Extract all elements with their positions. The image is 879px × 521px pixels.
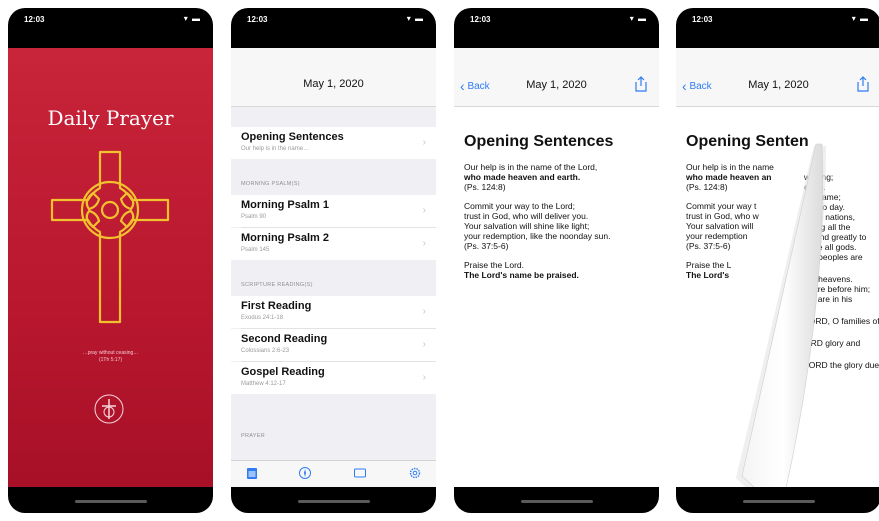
reading-content: Opening Sentences Our help is in the nam… (464, 132, 649, 289)
list-item-subtitle: Psalm 90 (241, 214, 267, 220)
nav-title: May 1, 2020 (526, 79, 587, 91)
church-seal-icon (94, 394, 124, 424)
signal-battery-icon: ▾ ▬ (406, 14, 424, 23)
reading-reference: (Ps. 37:5-6) (464, 241, 509, 251)
list-item-subtitle: Psalm 145 (241, 247, 270, 253)
list-item-title: Morning Psalm 2 (241, 232, 330, 244)
reading-response: who made heaven and earth. (464, 172, 581, 182)
home-indicator (742, 500, 815, 503)
reading-paragraph-1: Our help is in the name of the Lord, who… (464, 162, 649, 192)
status-bar: 12:03 ▾ ▬ (231, 8, 436, 48)
signal-battery-icon: ▾ ▬ (851, 14, 869, 23)
tab-bar (231, 460, 436, 487)
list-item-subtitle: Colossians 2:6-23 (241, 348, 290, 354)
chevron-right-icon: › (422, 372, 426, 383)
reading-line: Our help is in the name of the Lord, (464, 162, 598, 172)
phone-page-curl: 12:03 ▾ ▬ ‹ Back May 1, 2020 Opening Sen… (676, 8, 879, 513)
tab-settings-gear-icon[interactable] (408, 466, 422, 480)
verse-line-2: (1Th 5:17) (98, 357, 123, 363)
status-time: 12:03 (692, 15, 713, 24)
status-bar: 12:03 ▾ ▬ (454, 8, 659, 48)
chevron-right-icon: › (422, 339, 426, 350)
phone-list: 12:03 ▾ ▬ May 1, 2020 Opening Sentences … (231, 8, 436, 513)
chevron-right-icon: › (422, 137, 426, 148)
celtic-cross-icon (50, 150, 170, 324)
share-icon[interactable] (635, 76, 647, 92)
list-item-subtitle: Matthew 4:12-17 (241, 381, 286, 387)
home-indicator (520, 500, 593, 503)
nav-title: May 1, 2020 (303, 78, 364, 90)
page-curl-screen: ‹ Back May 1, 2020 Opening Senten Our he… (676, 48, 879, 487)
splash-screen: Daily Prayer …pray without ceasing… (1Th… (8, 48, 213, 487)
chevron-right-icon: › (422, 306, 426, 317)
list-item-morning-psalm-2[interactable]: Morning Psalm 2 Psalm 145 › (231, 228, 436, 260)
list-item-subtitle: Our help is in the name… (241, 146, 310, 152)
section-header-prayer: PRAYER (241, 433, 266, 439)
verse-text: …pray without ceasing… (1Th 5:17) (8, 350, 213, 364)
list-item-title: First Reading (241, 300, 312, 312)
list-item-title: Second Reading (241, 333, 328, 345)
list-item-second-reading[interactable]: Second Reading Colossians 2:6-23 › (231, 329, 436, 361)
list-item-title: Morning Psalm 1 (241, 199, 330, 211)
reading-line: your redemption, like the noonday sun. (464, 231, 611, 241)
home-indicator (297, 500, 370, 503)
reading-screen: ‹ Back May 1, 2020 Opening Sentences Our… (454, 48, 659, 487)
status-bar: 12:03 ▾ ▬ (676, 8, 879, 48)
phone-splash: 12:03 ▾ ▬ Daily Prayer …pray without cea… (8, 8, 213, 513)
signal-battery-icon: ▾ ▬ (183, 14, 201, 23)
reading-reference: (Ps. 124:8) (464, 182, 506, 192)
reading-line: Commit your way to the Lord; (464, 201, 576, 211)
verse-line-1: …pray without ceasing… (82, 350, 139, 356)
reading-paragraph-2: Commit your way to the Lord; trust in Go… (464, 201, 649, 251)
status-bar: 12:03 ▾ ▬ (8, 8, 213, 48)
nav-bar: ‹ Back May 1, 2020 (454, 48, 659, 107)
list-item-title: Gospel Reading (241, 366, 325, 378)
signal-battery-icon: ▾ ▬ (629, 14, 647, 23)
phone-reading: 12:03 ▾ ▬ ‹ Back May 1, 2020 Opening Sen… (454, 8, 659, 513)
reading-line: trust in God, who will deliver you. (464, 211, 589, 221)
reading-line: Your salvation will shine like light; (464, 221, 590, 231)
list-item-opening-sentences[interactable]: Opening Sentences Our help is in the nam… (231, 127, 436, 159)
status-time: 12:03 (470, 15, 491, 24)
section-header-morning-psalms: MORNING PSALM(S) (241, 181, 300, 187)
app-title: Daily Prayer (47, 106, 174, 130)
list-item-gospel-reading[interactable]: Gospel Reading Matthew 4:12-17 › (231, 362, 436, 394)
status-time: 12:03 (247, 15, 268, 24)
tab-compass-icon[interactable] (298, 466, 312, 480)
list-item-first-reading[interactable]: First Reading Exodus 24:1-18 › (231, 296, 436, 328)
home-indicator (74, 500, 147, 503)
list-item-morning-psalm-1[interactable]: Morning Psalm 1 Psalm 90 › (231, 195, 436, 227)
list-item-subtitle: Exodus 24:1-18 (241, 315, 284, 321)
status-time: 12:03 (24, 15, 45, 24)
reading-paragraph-3: Praise the Lord. The Lord's name be prai… (464, 260, 649, 280)
tab-calendar[interactable] (245, 466, 259, 480)
chevron-right-icon: › (422, 205, 426, 216)
page-curl-graphic (736, 143, 826, 487)
reading-response: The Lord's name be praised. (464, 270, 579, 280)
list-item-title: Opening Sentences (241, 131, 344, 143)
tab-book-icon[interactable] (353, 466, 367, 480)
section-header-scripture-readings: SCRIPTURE READING(S) (241, 282, 313, 288)
reading-line: Praise the Lord. (464, 260, 525, 270)
nav-bar: May 1, 2020 (231, 48, 436, 107)
readings-list-screen: May 1, 2020 Opening Sentences Our help i… (231, 48, 436, 487)
reading-heading: Opening Sentences (464, 133, 614, 150)
chevron-right-icon: › (422, 238, 426, 249)
